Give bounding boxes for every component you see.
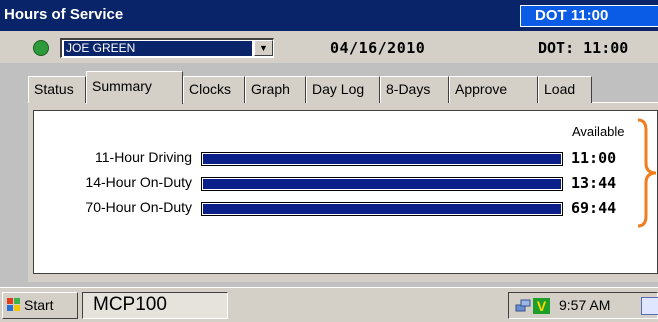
summary-content [33, 110, 658, 274]
bar-fill [203, 204, 561, 214]
bar-fill [203, 179, 561, 189]
bar-70-hour-on-duty [201, 202, 563, 216]
row-label-70-hour-on-duty: 70-Hour On-Duty [85, 199, 192, 215]
driver-status-icon [33, 40, 49, 56]
chevron-down-icon[interactable]: ▼ [254, 40, 273, 56]
tab-approve[interactable]: Approve [449, 76, 538, 103]
network-icon[interactable] [515, 299, 531, 313]
bar-14-hour-on-duty [201, 177, 563, 191]
tray-clock[interactable]: 9:57 AM [559, 297, 610, 313]
desktop-icon[interactable] [641, 297, 658, 315]
start-button[interactable]: Start [2, 292, 78, 319]
tab-clocks[interactable]: Clocks [183, 76, 245, 103]
tab-summary[interactable]: Summary [86, 71, 183, 104]
start-label: Start [24, 297, 54, 313]
value-14-hour-on-duty: 13:44 [571, 174, 617, 192]
bar-fill [203, 154, 561, 164]
window-title: Hours of Service [4, 6, 124, 23]
windows-logo-icon [7, 298, 20, 311]
available-label: Available [572, 124, 625, 139]
title-bar: Hours of Service DOT 11:00 [0, 0, 658, 31]
driver-bar: JOE GREEN ▼ 04/16/2010 DOT: 11:00 [0, 31, 658, 63]
value-70-hour-on-duty: 69:44 [571, 199, 617, 217]
brace-annotation [637, 118, 657, 228]
row-label-14-hour-on-duty: 14-Hour On-Duty [85, 174, 192, 190]
value-11-hour-driving: 11:00 [571, 149, 617, 167]
tab-status[interactable]: Status [28, 76, 86, 103]
tab-graph[interactable]: Graph [245, 76, 306, 103]
driver-name: JOE GREEN [63, 40, 253, 57]
system-tray: V 9:57 AM [508, 292, 658, 319]
driver-select[interactable]: JOE GREEN ▼ [60, 38, 274, 58]
dot-time-badge: DOT 11:00 [520, 5, 658, 27]
taskbar-app-mcp100[interactable]: MCP100 [82, 292, 228, 319]
v-app-icon[interactable]: V [533, 298, 550, 314]
tab-day-log[interactable]: Day Log [306, 76, 380, 103]
taskbar: Start MCP100 V 9:57 AM [0, 287, 658, 322]
bar-11-hour-driving [201, 152, 563, 166]
tab-load[interactable]: Load [538, 76, 592, 103]
current-date: 04/16/2010 [330, 39, 426, 57]
tab-8-days[interactable]: 8-Days [380, 76, 449, 103]
dot-clock: DOT: 11:00 [538, 39, 629, 57]
row-label-11-hour-driving: 11-Hour Driving [95, 149, 192, 165]
